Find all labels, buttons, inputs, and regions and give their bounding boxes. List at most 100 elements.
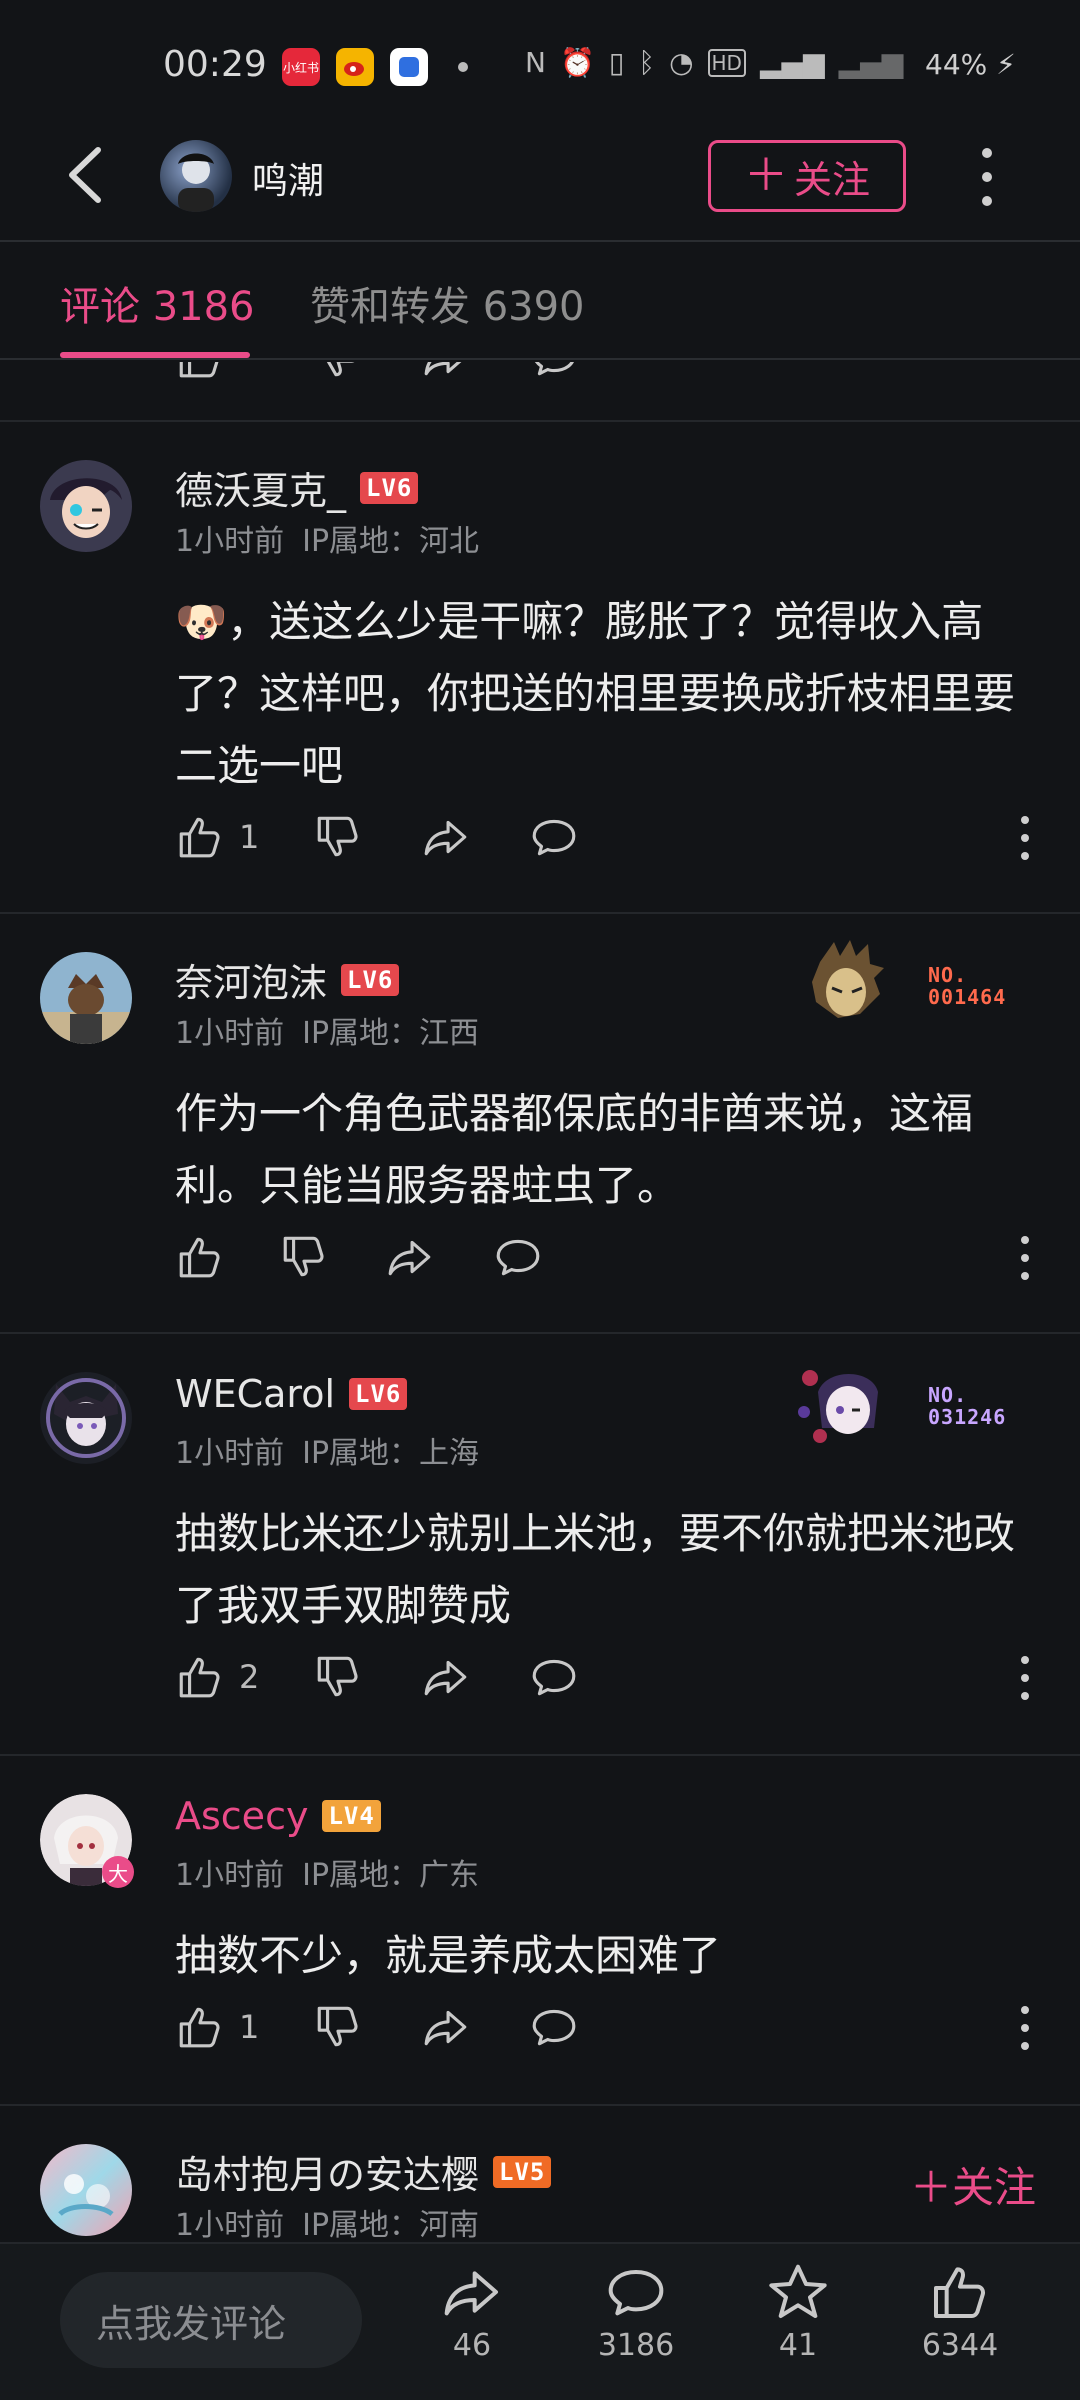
- signal-icon-2: ▂▄▆: [838, 46, 904, 79]
- collection-badge[interactable]: NO. 031246: [790, 1352, 1030, 1462]
- like-count: 1: [239, 818, 260, 856]
- share-button[interactable]: [385, 1232, 435, 1282]
- like-button[interactable]: 1: [175, 812, 259, 862]
- thumbs-up-icon: [175, 1652, 225, 1702]
- dog-emoji-icon: 🐶: [175, 597, 228, 646]
- reply-button[interactable]: [529, 1652, 579, 1702]
- divider: [0, 1754, 1080, 1756]
- avatar[interactable]: [40, 1372, 132, 1464]
- comment-text: 抽数比米还少就别上米池，要不你就把米池改了我双手双脚赞成: [175, 1509, 1016, 1630]
- share-button[interactable]: [421, 812, 471, 862]
- battery-level: 44% ⚡: [925, 48, 1016, 81]
- comment-actions: 1: [175, 812, 1035, 868]
- comment-more-button[interactable]: [1015, 1236, 1035, 1280]
- level-badge: LV6: [360, 471, 419, 504]
- collection-badge[interactable]: NO. 001464: [790, 932, 1030, 1042]
- level-badge: LV5: [493, 2155, 552, 2188]
- reply-button[interactable]: [493, 1232, 543, 1282]
- reply-button[interactable]: [529, 812, 579, 862]
- timestamp: 1小时前: [175, 1016, 285, 1051]
- share-button[interactable]: [421, 2002, 471, 2052]
- username[interactable]: 岛村抱月の安达樱 LV5: [175, 2144, 552, 2199]
- tab-comments[interactable]: 评论 3186: [60, 274, 255, 332]
- comment-more-button[interactable]: [1015, 1656, 1035, 1700]
- signal-icon: ▂▄▆: [759, 46, 825, 79]
- thumbs-up-icon: [175, 1232, 225, 1282]
- more-options-button[interactable]: [970, 144, 1004, 210]
- thumbs-down-icon: [279, 1232, 329, 1282]
- speech-bubble-icon: [529, 1652, 579, 1702]
- favorite-button[interactable]: 41: [738, 2260, 858, 2363]
- avatar[interactable]: [160, 140, 232, 212]
- hd-icon: HD: [707, 48, 746, 77]
- dislike-button[interactable]: [313, 2002, 363, 2052]
- back-button[interactable]: [60, 140, 130, 220]
- timestamp: 1小时前: [175, 1858, 285, 1893]
- avatar[interactable]: [40, 952, 132, 1044]
- back-arrow-icon: [69, 147, 101, 203]
- comment-input[interactable]: 点我发评论: [60, 2272, 362, 2368]
- like-button[interactable]: [175, 1232, 239, 1282]
- share-button[interactable]: [421, 1652, 471, 1702]
- like-button[interactable]: 1: [175, 2002, 259, 2052]
- speech-bubble-icon: [529, 2002, 579, 2052]
- avatar[interactable]: 大: [40, 1794, 134, 1888]
- page-title[interactable]: 鸣潮: [252, 152, 324, 204]
- username[interactable]: 奈河泡沫 LV6: [175, 952, 400, 1007]
- follow-button[interactable]: ＋ 关注: [708, 140, 906, 212]
- like-post-button[interactable]: 6344: [900, 2260, 1020, 2363]
- comment-meta: 1小时前 IP属地：河南: [175, 2200, 479, 2242]
- comment-text: 作为一个角色武器都保底的非酋来说，这福利。只能当服务器蛀虫了。: [175, 1089, 974, 1210]
- comment-meta: 1小时前 IP属地：广东: [175, 1850, 479, 1894]
- favorite-count: 41: [778, 2328, 818, 2363]
- dislike-button[interactable]: [279, 1232, 329, 1282]
- comment-list[interactable]: 德沃夏克_ LV6 1小时前 IP属地：河北 🐶，送这么少是干嘛？膨胀了？觉得收…: [0, 362, 1080, 2242]
- app-blue-icon: [390, 48, 428, 86]
- share-icon: [421, 2002, 471, 2052]
- header: 鸣潮 ＋ 关注: [0, 130, 1080, 242]
- level-badge: LV6: [341, 963, 400, 996]
- verified-badge: 大: [102, 1856, 134, 1888]
- comment-count: 3186: [597, 2328, 675, 2363]
- like-button[interactable]: 2: [175, 1652, 259, 1702]
- comment-more-button[interactable]: [1015, 2006, 1035, 2050]
- level-badge: LV6: [349, 1378, 408, 1410]
- wifi-icon: ◔: [669, 46, 694, 79]
- alarm-icon: ⏰: [559, 46, 595, 79]
- reply-icon[interactable]: [529, 362, 579, 382]
- star-icon: [766, 2260, 830, 2324]
- like-icon[interactable]: [175, 362, 225, 382]
- dislike-button[interactable]: [313, 1652, 363, 1702]
- comment-actions: 1: [175, 2002, 1035, 2058]
- speech-bubble-icon: [493, 1232, 543, 1282]
- follow-user-button[interactable]: ＋关注: [910, 2154, 1036, 2215]
- ip-location: IP属地：广东: [302, 1858, 480, 1893]
- reply-button[interactable]: [529, 2002, 579, 2052]
- weibo-icon: [336, 48, 374, 86]
- divider: [0, 912, 1080, 914]
- badge-number: NO. 001464: [928, 963, 1007, 1009]
- share-icon: [385, 1232, 435, 1282]
- status-app-icons: 小红书: [282, 48, 428, 86]
- comment-more-button[interactable]: [1015, 816, 1035, 860]
- status-bar: 00:29 小红书 N ⏰ ▯ ᛒ ◔ HD ▂▄▆ ▂▄▆ 44% ⚡: [0, 0, 1080, 130]
- xiaohongshu-icon: 小红书: [282, 48, 320, 86]
- comment-meta: 1小时前 IP属地：河北: [175, 516, 479, 560]
- username[interactable]: WECarol LV6: [175, 1372, 408, 1416]
- comment-button[interactable]: 3186: [576, 2260, 696, 2363]
- nfc-icon: N: [525, 46, 546, 79]
- thumbs-up-icon: [175, 2002, 225, 2052]
- divider: [0, 2104, 1080, 2106]
- avatar[interactable]: [40, 2144, 132, 2236]
- dislike-icon[interactable]: [313, 362, 363, 382]
- character-badge-icon: [798, 1370, 878, 1443]
- tab-likes-reposts[interactable]: 赞和转发 6390: [310, 274, 585, 332]
- bottom-action-bar: 点我发评论 46 3186 41 6344: [0, 2242, 1080, 2400]
- username[interactable]: Ascecy LV4: [175, 1794, 381, 1838]
- repost-button[interactable]: 46: [412, 2260, 532, 2363]
- username[interactable]: 德沃夏克_ LV6: [175, 460, 419, 515]
- share-icon[interactable]: [421, 362, 471, 382]
- avatar[interactable]: [40, 460, 132, 552]
- dislike-button[interactable]: [313, 812, 363, 862]
- comment-meta: 1小时前 IP属地：上海: [175, 1428, 479, 1472]
